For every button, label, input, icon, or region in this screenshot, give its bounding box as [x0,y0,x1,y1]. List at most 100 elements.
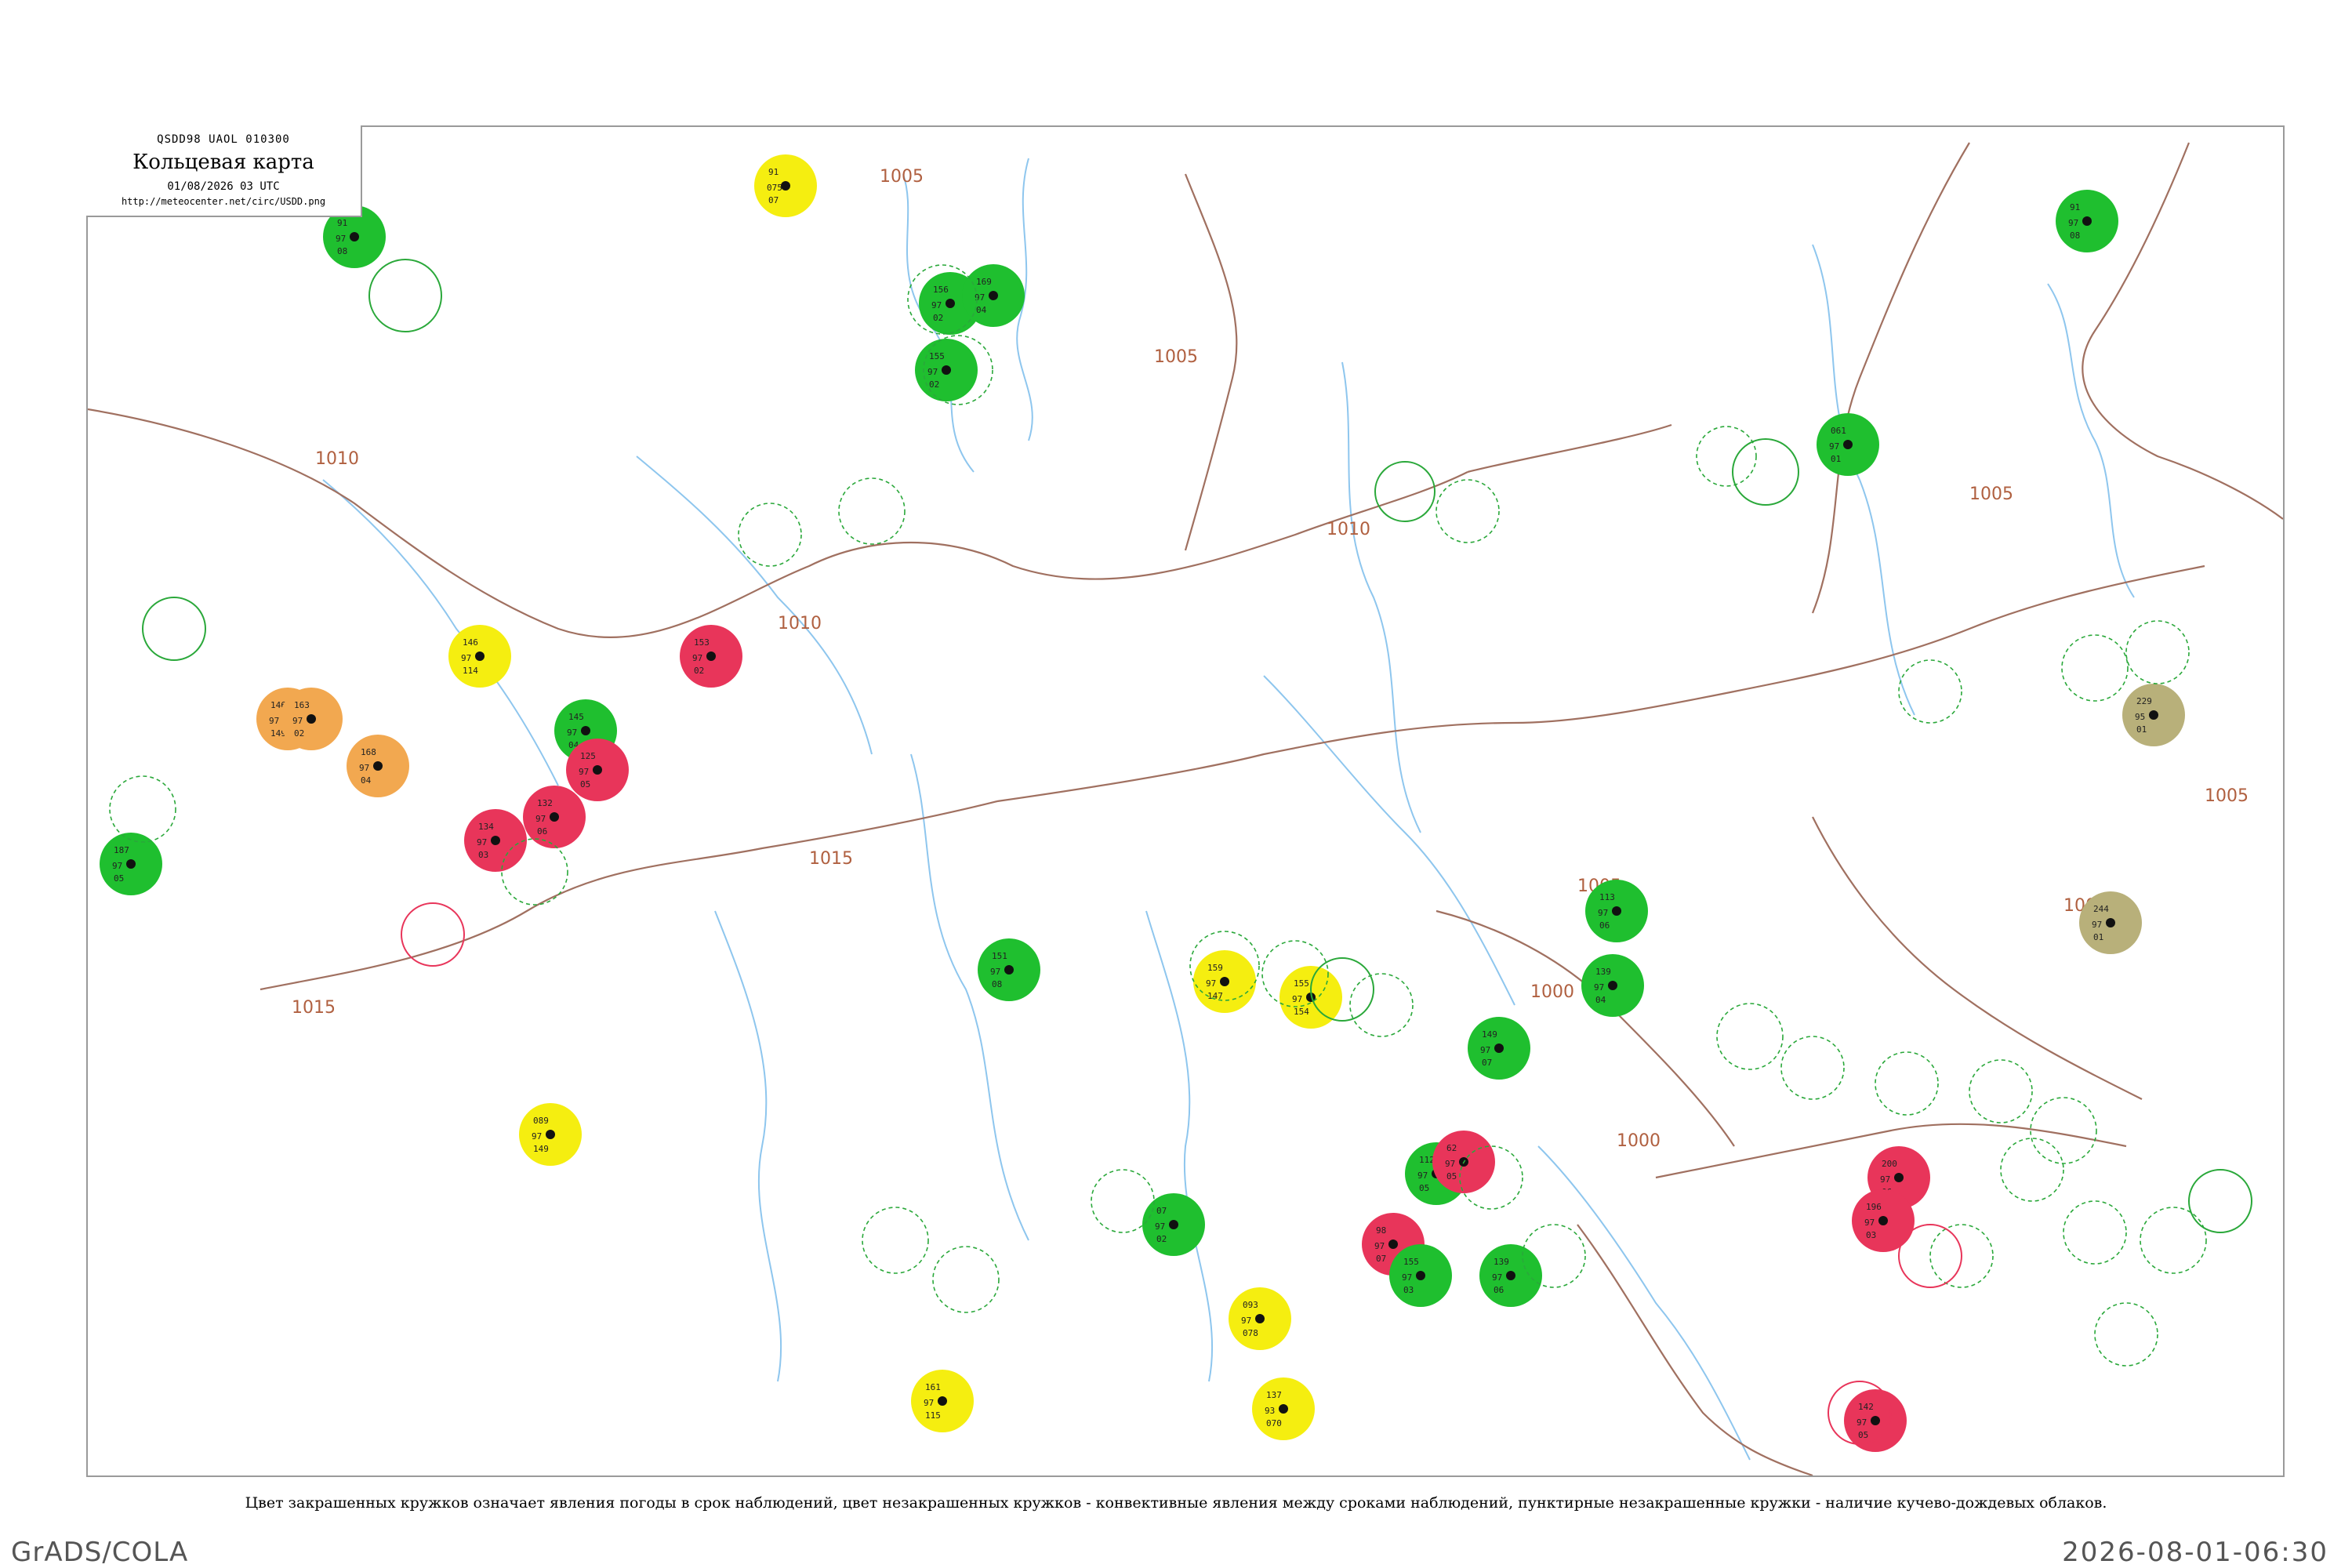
convective-circles [142,259,2252,1233]
map-title: Кольцевая карта [132,151,314,174]
cloud-cover-icon [581,726,590,735]
render-timestamp: 2026-08-01-06:30 [2062,1537,2328,1568]
station-plot[interactable]: 244 97 01 [2079,891,2142,954]
station-plot[interactable]: 07 97 02 [1142,1193,1205,1256]
cloud-cover-icon [1388,1240,1398,1249]
station-plot[interactable]: 113 97 06 [1585,880,1648,942]
station-value: 159 [1207,963,1223,973]
cloud-cover-icon [1612,906,1621,916]
station-plot[interactable]: 142 97 05 [1844,1389,1907,1452]
cloud-cover-icon [1279,1404,1288,1414]
weather-map[interactable]: 1005 1005 1010 1010 1010 1015 1015 1005 … [86,125,2285,1477]
cloud-cover-icon [350,232,359,241]
map-source-url[interactable]: http://meteocenter.net/circ/USDD.png [86,196,361,207]
station-value: 115 [925,1410,941,1421]
station-plot[interactable]: 134 97 03 [464,809,527,872]
bulletin-code: QSDD98 UAOL 010300 [157,133,290,146]
station-value: 112 [1419,1155,1435,1165]
station-value: 01 [2136,724,2147,735]
station-value: 061 [1831,426,1846,436]
station-value: 97 [1829,441,1839,452]
isobar-label: 1010 [778,614,822,633]
station-value: 01 [2093,932,2103,942]
cloud-cover-icon [1494,1044,1504,1053]
station-plot[interactable]: 089 97 149 [519,1103,582,1166]
station-plot[interactable]: 91 075 07 [754,154,817,217]
station-plot[interactable]: 196 97 03 [1852,1189,1915,1252]
station-plot[interactable]: 061 97 01 [1817,413,1879,476]
station-value: 05 [1446,1171,1457,1181]
station-value: 145 [568,712,584,722]
station-value: 139 [1595,967,1611,977]
station-value: 04 [1595,995,1606,1005]
convective-circles-red [401,902,1962,1445]
station-plot[interactable]: 146 97 114 [448,625,511,688]
station-value: 05 [580,779,590,789]
station-plot[interactable]: 229 95 01 [2122,684,2185,746]
station-value: 97 [461,653,471,663]
station-value: 05 [1858,1430,1868,1440]
station-plot[interactable]: 161 97 115 [911,1370,974,1432]
station-plot[interactable]: 155 97 02 [915,339,978,401]
station-value: 187 [114,845,129,855]
station-plot[interactable]: 132 97 06 [523,786,586,848]
station-value: 196 [1866,1202,1882,1212]
station-plot[interactable]: 163 97 02 [280,688,343,750]
station-plot[interactable]: 125 97 05 [566,739,629,801]
station-plot[interactable]: 168 97 04 [347,735,409,797]
cloud-cover-icon [1255,1314,1265,1323]
station-value: 03 [478,850,488,860]
station-value: 97 [975,292,985,303]
station-value: 97 [927,367,938,377]
station-plot[interactable]: 149 97 07 [1468,1017,1530,1080]
cloud-cover-icon [1004,965,1014,975]
cloud-cover-icon [546,1130,555,1139]
station-value: 97 [990,967,1000,977]
station-value: 08 [337,246,347,256]
isobar-label: 1015 [292,998,336,1018]
station-value: 05 [114,873,124,884]
station-value: 155 [1294,978,1309,989]
station-value: 05 [1419,1183,1429,1193]
station-value: 078 [1243,1328,1258,1338]
station-value: 97 [1857,1417,1867,1428]
isobar-label: 1015 [809,849,853,869]
station-value: 03 [1403,1285,1414,1295]
station-value: 134 [478,822,494,832]
station-value: 153 [694,637,710,648]
software-credit: GrADS/COLA [11,1537,189,1568]
station-plot[interactable]: 153 97 02 [680,625,742,688]
station-plot[interactable]: 151 97 08 [978,938,1040,1001]
station-value: 97 [1880,1174,1890,1185]
station-value: 244 [2093,904,2109,914]
isobar-label: 1000 [1530,982,1574,1002]
station-plot[interactable]: 139 97 04 [1581,954,1644,1017]
station-plot[interactable]: 139 97 06 [1479,1244,1542,1307]
cloud-cover-icon [942,365,951,375]
station-value: 97 [931,300,942,310]
station-value: 97 [336,234,346,244]
station-value: 97 [2068,218,2078,228]
station-plot[interactable]: 169 97 04 [962,264,1025,327]
station-value: 06 [1494,1285,1504,1295]
station-value: 139 [1494,1257,1509,1267]
station-plot[interactable]: 155 97 03 [1389,1244,1452,1307]
station-value: 02 [1156,1234,1167,1244]
station-value: 06 [537,826,547,837]
cloud-cover-icon [1416,1271,1425,1280]
cloud-cover-icon [2082,216,2092,226]
station-value: 97 [1402,1272,1412,1283]
station-plot[interactable]: 91 97 08 [2056,190,2118,252]
station-plot[interactable]: 15997147 [1193,950,1256,1013]
isobar-label: 1010 [1327,520,1370,539]
station-value: 93 [1265,1406,1275,1416]
station-value: 97 [1374,1241,1385,1251]
station-value: 163 [294,700,310,710]
station-value: 137 [1266,1390,1282,1400]
station-plot[interactable]: 093 97 078 [1229,1287,1291,1350]
station-value: 149 [1482,1029,1497,1040]
station-plot[interactable]: 187 97 05 [100,833,162,895]
station-value: 97 [579,767,589,777]
station-plot[interactable]: 137 93 070 [1252,1377,1315,1440]
map-canvas[interactable]: 1005 1005 1010 1010 1010 1015 1015 1005 … [88,127,2283,1475]
